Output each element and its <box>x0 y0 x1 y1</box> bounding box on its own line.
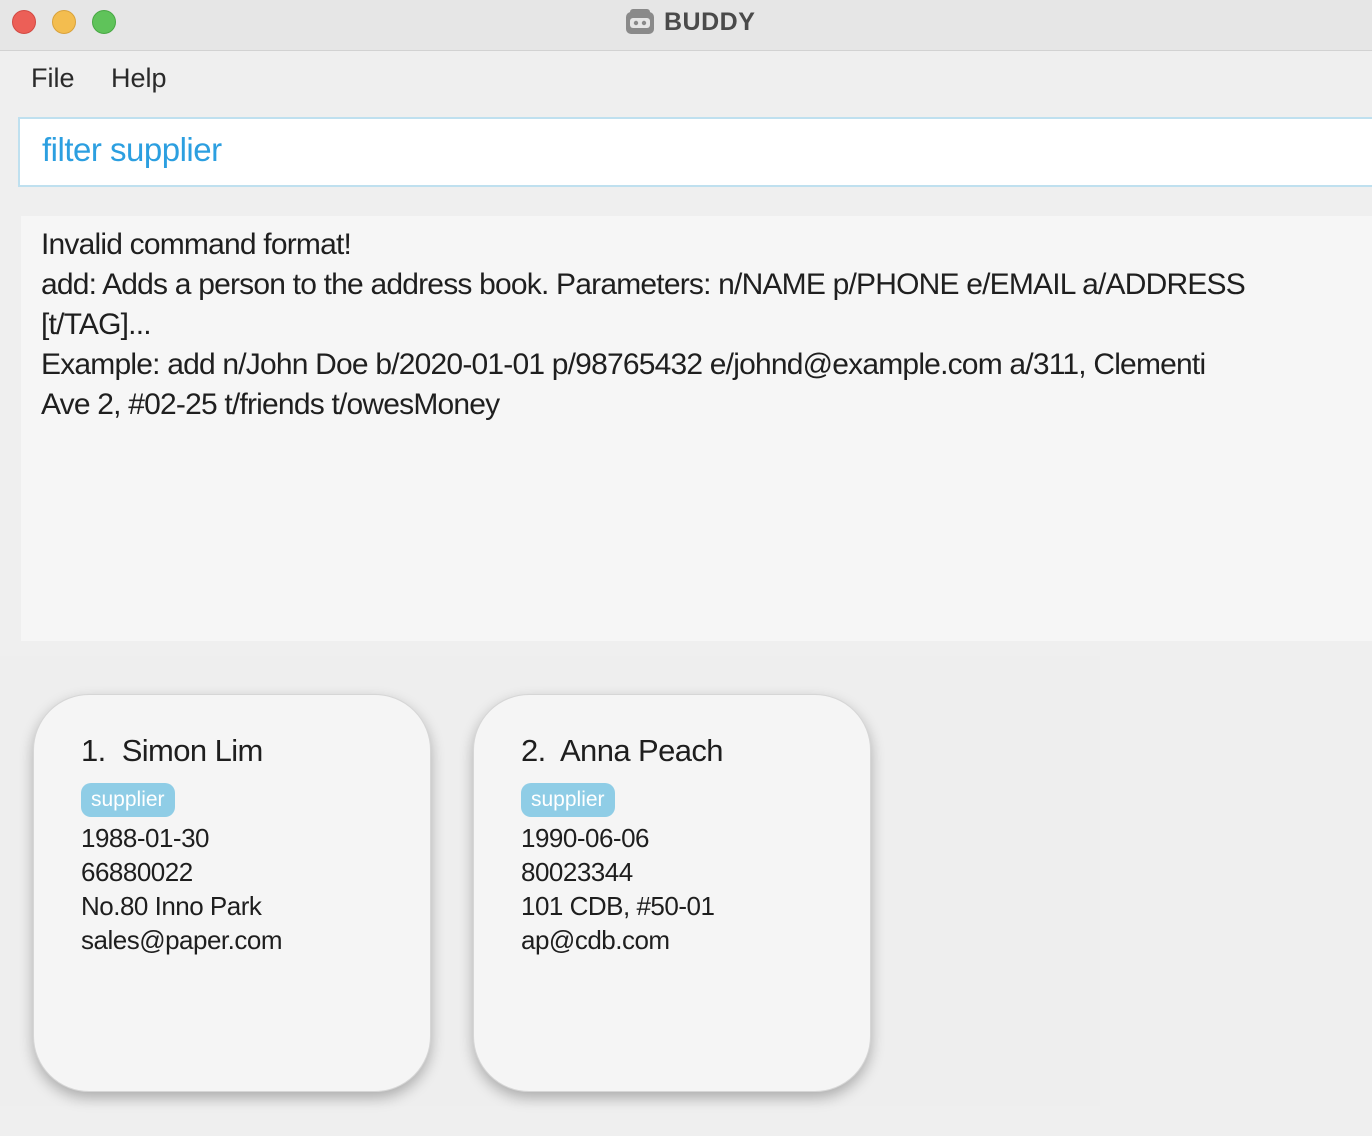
person-name: Anna Peach <box>559 733 724 768</box>
title-bar: BUDDY <box>0 0 1372 51</box>
result-line: [t/TAG]... <box>41 308 152 341</box>
command-box[interactable]: filter supplier <box>18 117 1372 187</box>
person-name: Simon Lim <box>121 733 264 768</box>
person-index: 2. <box>521 733 546 768</box>
person-name-row: 2. Anna Peach <box>521 733 724 769</box>
person-birthday: 1988-01-30 <box>81 823 210 853</box>
close-window-button[interactable] <box>12 10 36 34</box>
person-card[interactable]: 1. Simon Lim supplier 1988-01-30 6688002… <box>33 694 431 1092</box>
window-title: BUDDY <box>664 7 756 36</box>
window-title-group: BUDDY <box>624 6 755 38</box>
person-email: ap@cdb.com <box>521 925 670 955</box>
person-address: No.80 Inno Park <box>81 891 262 921</box>
person-address: 101 CDB, #50-01 <box>521 891 715 921</box>
person-index: 1. <box>81 733 106 768</box>
result-line: Invalid command format! <box>41 228 352 261</box>
buddy-app-icon <box>626 9 654 34</box>
person-tag: supplier <box>81 783 175 817</box>
result-line: Example: add n/John Doe b/2020-01-01 p/9… <box>41 348 1206 381</box>
maximize-window-button[interactable] <box>92 10 116 34</box>
result-display: Invalid command format! add: Adds a pers… <box>21 216 1372 641</box>
menu-help[interactable]: Help <box>111 63 167 94</box>
person-birthday: 1990-06-06 <box>521 823 650 853</box>
result-line: add: Adds a person to the address book. … <box>41 268 1246 301</box>
person-phone: 80023344 <box>521 857 633 887</box>
menu-file[interactable]: File <box>31 63 75 94</box>
app-window: BUDDY File Help filter supplier Invalid … <box>0 0 1372 1136</box>
person-tag: supplier <box>521 783 615 817</box>
minimize-window-button[interactable] <box>52 10 76 34</box>
command-input[interactable]: filter supplier <box>42 131 222 169</box>
result-line: Ave 2, #02-25 t/friends t/owesMoney <box>41 388 500 421</box>
person-name-row: 1. Simon Lim <box>81 733 263 769</box>
person-card[interactable]: 2. Anna Peach supplier 1990-06-06 800233… <box>473 694 871 1092</box>
person-email: sales@paper.com <box>81 925 283 955</box>
menu-bar: File Help <box>0 51 1372 111</box>
person-phone: 66880022 <box>81 857 193 887</box>
